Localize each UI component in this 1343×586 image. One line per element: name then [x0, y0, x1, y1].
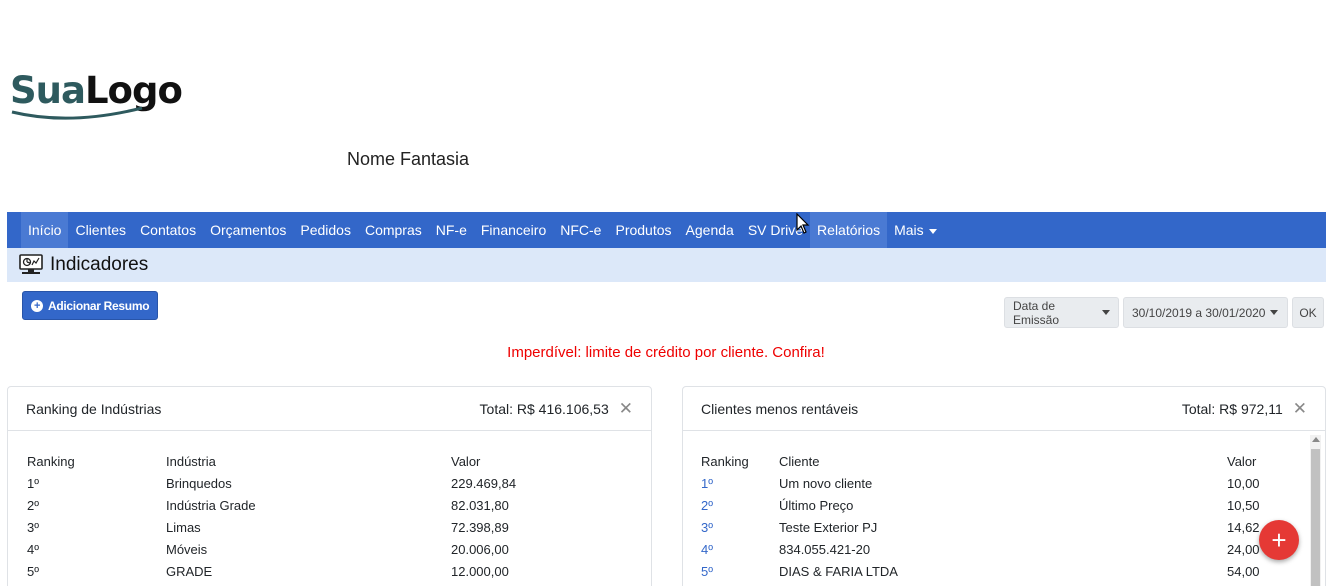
value-cell: 12.000,00 [451, 564, 509, 579]
ok-button[interactable]: OK [1292, 297, 1324, 328]
table-row: 2º Indústria Grade 82.031,80 [27, 495, 627, 517]
card-total: Total: R$ 416.106,53 [479, 400, 609, 417]
nav-agenda[interactable]: Agenda [679, 212, 741, 248]
rank-link[interactable]: 3º [701, 517, 713, 539]
mouse-cursor-icon [796, 213, 810, 234]
plus-icon: + [1271, 525, 1287, 555]
nav-nfce[interactable]: NFC-e [553, 212, 608, 248]
nav-mais-label: Mais [894, 222, 924, 238]
col-header-name: Cliente [779, 454, 820, 469]
main-navbar: Início Clientes Contatos Orçamentos Pedi… [7, 212, 1326, 248]
table-row: 3º Teste Exterior PJ 14,62 [701, 517, 1301, 539]
name-cell: GRADE [166, 564, 213, 579]
rank-cell: 1º [27, 476, 39, 491]
page-header: Indicadores [7, 248, 1326, 282]
name-cell: DIAS & FARIA LTDA [779, 564, 898, 579]
monitor-chart-icon [19, 254, 43, 274]
value-cell: 229.469,84 [451, 476, 517, 491]
scrollbar-thumb[interactable] [1311, 449, 1320, 586]
table-row: 2º Último Preço 10,50 [701, 495, 1301, 517]
name-cell: Último Preço [779, 498, 854, 513]
rank-cell: 5º [27, 564, 39, 579]
caret-down-icon [928, 228, 937, 234]
ok-label: OK [1299, 305, 1317, 320]
name-cell: Móveis [166, 542, 208, 557]
name-cell: Brinquedos [166, 476, 232, 491]
industries-ranking-card: Ranking de Indústrias Total: R$ 416.106,… [7, 386, 652, 586]
logo[interactable]: SuaLogo [10, 68, 190, 124]
value-cell: 72.398,89 [451, 520, 509, 535]
name-cell: Teste Exterior PJ [779, 520, 878, 535]
value-cell: 82.031,80 [451, 498, 509, 513]
value-cell: 54,00 [1227, 564, 1260, 579]
name-cell: Limas [166, 520, 201, 535]
table-row: 4º Móveis 20.006,00 [27, 539, 627, 561]
rank-link[interactable]: 2º [701, 495, 713, 517]
nav-financeiro[interactable]: Financeiro [474, 212, 553, 248]
nav-pedidos[interactable]: Pedidos [293, 212, 358, 248]
scroll-up-arrow-icon[interactable] [1312, 437, 1320, 442]
caret-down-icon [1270, 310, 1279, 315]
card-total: Total: R$ 972,11 [1181, 400, 1283, 417]
name-cell: Indústria Grade [166, 498, 256, 513]
table-row: 4º 834.055.421-20 24,00 [701, 539, 1301, 561]
table-header-row: Ranking Cliente Valor [701, 451, 1301, 473]
nav-nfe[interactable]: NF-e [429, 212, 474, 248]
nav-compras[interactable]: Compras [358, 212, 429, 248]
col-header-name: Indústria [166, 454, 216, 469]
rank-cell: 2º [27, 498, 39, 513]
page-title: Indicadores [50, 254, 149, 275]
nav-relatorios[interactable]: Relatórios [810, 212, 888, 248]
nav-produtos[interactable]: Produtos [608, 212, 678, 248]
floating-add-button[interactable]: + [1259, 520, 1299, 560]
table-row: 5º GRADE 12.000,00 [27, 561, 627, 583]
table-row: 3º Limas 72.398,89 [27, 517, 627, 539]
company-fantasy-name: Nome Fantasia [347, 149, 470, 169]
card-title: Clientes menos rentáveis [701, 400, 859, 417]
card-title: Ranking de Indústrias [26, 400, 162, 417]
rank-cell: 4º [27, 542, 39, 557]
rank-link[interactable]: 4º [701, 539, 713, 561]
plus-circle-icon: + [31, 299, 43, 312]
table-row: 1º Um novo cliente 10,00 [701, 473, 1301, 495]
nav-contatos[interactable]: Contatos [133, 212, 203, 248]
table-row: 5º DIAS & FARIA LTDA 54,00 [701, 561, 1301, 583]
card-scrollbar[interactable] [1310, 435, 1321, 586]
close-icon[interactable]: ✕ [619, 399, 633, 419]
caret-down-icon [1102, 310, 1110, 315]
promo-link[interactable]: Imperdível: limite de crédito por client… [0, 344, 1332, 361]
value-cell: 20.006,00 [451, 542, 509, 557]
col-header-rank: Ranking [701, 454, 749, 469]
rank-cell: 3º [27, 520, 39, 535]
date-type-label: Data de Emissão [1013, 298, 1060, 327]
col-header-value: Valor [1227, 454, 1257, 469]
date-type-dropdown[interactable]: Data de Emissão [1004, 297, 1119, 328]
nav-inicio[interactable]: Início [21, 212, 69, 248]
table-header-row: Ranking Indústria Valor [27, 451, 627, 473]
value-cell: 10,00 [1227, 476, 1260, 491]
name-cell: Um novo cliente [779, 476, 873, 491]
nav-orcamentos[interactable]: Orçamentos [203, 212, 293, 248]
add-summary-button[interactable]: + Adicionar Resumo [22, 291, 159, 320]
table-row: 1º Brinquedos 229.469,84 [27, 473, 627, 495]
value-cell: 10,50 [1227, 498, 1260, 513]
col-header-rank: Ranking [27, 454, 75, 469]
close-icon[interactable]: ✕ [1293, 399, 1307, 419]
nav-mais[interactable]: Mais [887, 212, 944, 248]
date-range-label: 30/10/2019 a 30/01/2020 [1132, 305, 1266, 320]
name-cell: 834.055.421-20 [779, 542, 871, 557]
date-range-dropdown[interactable]: 30/10/2019 a 30/01/2020 [1123, 297, 1288, 328]
logo-swoosh-icon [11, 106, 143, 120]
nav-clientes[interactable]: Clientes [68, 212, 133, 248]
rank-link[interactable]: 1º [701, 473, 713, 495]
value-cell: 14,62 [1227, 520, 1260, 535]
col-header-value: Valor [451, 454, 481, 469]
rank-link[interactable]: 5º [701, 561, 713, 583]
value-cell: 24,00 [1227, 542, 1260, 557]
add-summary-label: Adicionar Resumo [48, 298, 150, 313]
least-profitable-clients-card: Clientes menos rentáveis Total: R$ 972,1… [682, 386, 1326, 586]
